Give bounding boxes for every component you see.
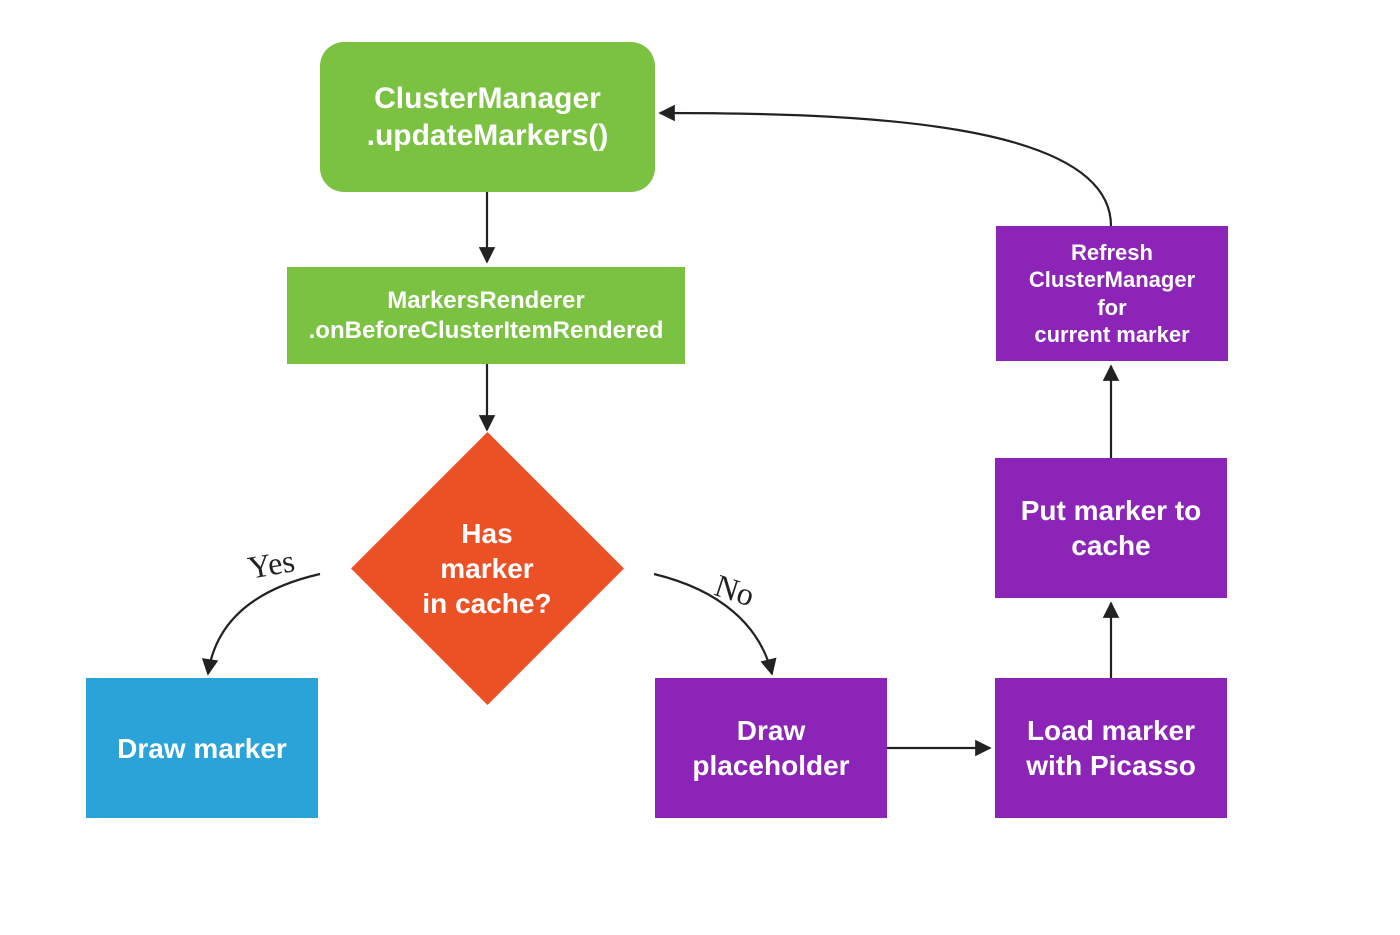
- node-text: .updateMarkers(): [367, 117, 609, 155]
- node-text: with Picasso: [1026, 748, 1196, 783]
- node-put-cache: Put marker to cache: [995, 458, 1227, 598]
- node-text: MarkersRenderer: [309, 286, 664, 316]
- node-decision-has-marker-in-cache: Has marker in cache?: [351, 432, 624, 705]
- node-text-wrap: Has marker in cache?: [351, 432, 624, 705]
- node-cluster-manager-update: ClusterManager .updateMarkers(): [320, 42, 655, 192]
- node-text: placeholder: [692, 748, 849, 783]
- edge-label-no: No: [710, 567, 759, 614]
- node-text: in cache?: [422, 586, 551, 621]
- edge-label-yes: Yes: [245, 542, 297, 587]
- node-text: ClusterManager: [367, 80, 609, 118]
- arrow-refresh-to-start: [660, 113, 1111, 226]
- node-refresh-cluster-manager: Refresh ClusterManager for current marke…: [996, 226, 1228, 361]
- node-load-picasso: Load marker with Picasso: [995, 678, 1227, 818]
- node-text: Put marker to: [1021, 493, 1202, 528]
- node-text: ClusterManager for: [1014, 266, 1210, 321]
- node-text: cache: [1021, 528, 1202, 563]
- node-text: .onBeforeClusterItemRendered: [309, 316, 664, 346]
- node-text: Draw: [692, 713, 849, 748]
- node-text: Refresh: [1014, 239, 1210, 267]
- node-text: Has: [422, 516, 551, 551]
- node-text: current marker: [1014, 321, 1210, 349]
- node-text: marker: [422, 551, 551, 586]
- node-markers-renderer: MarkersRenderer .onBeforeClusterItemRend…: [287, 267, 685, 364]
- node-text: Load marker: [1026, 713, 1196, 748]
- node-draw-marker: Draw marker: [86, 678, 318, 818]
- node-text: Draw marker: [117, 731, 287, 766]
- node-draw-placeholder: Draw placeholder: [655, 678, 887, 818]
- arrow-decision-yes: [208, 574, 320, 674]
